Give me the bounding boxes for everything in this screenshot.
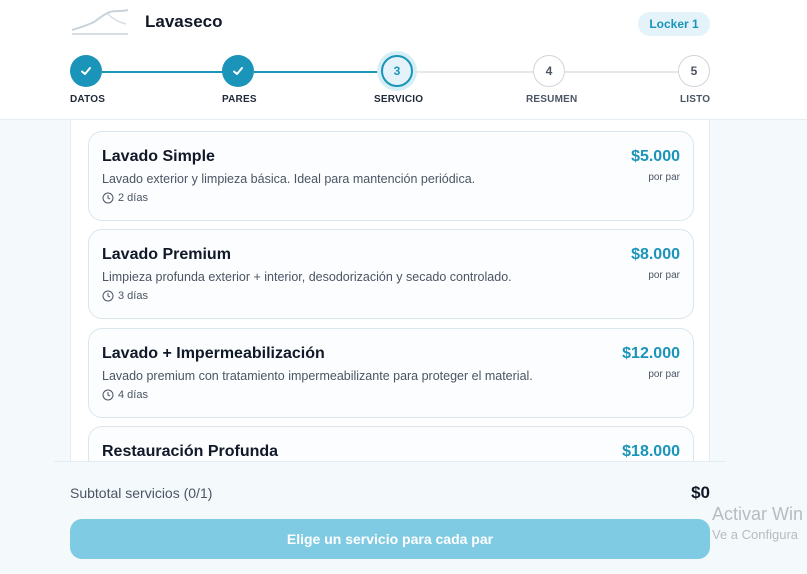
subtotal-label: Subtotal servicios (0/1) [70,485,213,501]
service-description: Lavado exterior y limpieza básica. Ideal… [102,172,476,186]
watermark-line-1: Activar Win [712,504,804,524]
service-duration-text: 4 días [118,389,148,401]
service-card-lavado-premium[interactable]: Lavado Premium Limpieza profunda exterio… [88,229,694,319]
service-price: $18.000 [622,443,680,460]
step-2-label: PARES [222,94,257,105]
check-icon [233,67,243,75]
service-name: Lavado Simple [102,148,215,165]
step-connector-4 [565,71,680,73]
service-price: $5.000 [631,148,680,165]
step-3-circle: 3 [381,55,413,87]
step-4-label: RESUMEN [526,94,578,105]
service-duration: 2 días [102,192,148,204]
step-5-circle: 5 [678,55,710,87]
clock-icon [102,290,114,302]
subtotal-value: $0 [691,483,710,502]
step-connector-1 [102,71,224,73]
service-card-lavado-simple[interactable]: Lavado Simple Lavado exterior y limpieza… [88,131,694,221]
progress-stepper: DATOS PARES 3 SERVICIO 4 RESUMEN 5 LISTO [0,0,807,120]
service-description: Limpieza profunda exterior + interior, d… [102,270,512,284]
service-price: $8.000 [631,246,680,263]
step-4-circle: 4 [533,55,565,87]
service-description: Lavado premium con tratamiento impermeab… [102,369,533,383]
service-list[interactable]: Lavado Simple Lavado exterior y limpieza… [70,120,710,465]
service-card-restauracion-profunda[interactable]: Restauración Profunda $18.000 [88,426,694,465]
service-name: Lavado Premium [102,246,231,263]
service-price: $12.000 [622,345,680,362]
step-1-circle [70,55,102,87]
service-duration: 4 días [102,389,148,401]
service-card-lavado-impermeabilizacion[interactable]: Lavado + Impermeabilización Lavado premi… [88,328,694,418]
step-1-label: DATOS [70,94,106,105]
clock-icon [102,192,114,204]
watermark-line-2: Ve a Configura [712,527,799,542]
service-price-unit: por par [648,369,680,380]
service-price-unit: por par [648,270,680,281]
checkout-footer: Subtotal servicios (0/1) $0 Elige un ser… [54,461,726,574]
service-duration-text: 3 días [118,290,148,302]
service-name: Restauración Profunda [102,443,279,460]
choose-service-button[interactable]: Elige un servicio para cada par [70,519,710,559]
step-2-circle [222,55,254,87]
service-name: Lavado + Impermeabilización [102,345,325,362]
step-connector-2 [254,71,381,73]
service-duration: 3 días [102,290,148,302]
check-icon [81,67,91,75]
step-3-label: SERVICIO [374,94,424,105]
clock-icon [102,389,114,401]
service-price-unit: por par [648,172,680,183]
app-header: Lavaseco Locker 1 DATOS PARES 3 SERVICIO… [0,0,807,120]
step-5-label: LISTO [680,94,711,105]
step-connector-3 [413,71,533,73]
windows-activation-watermark: Activar Win Ve a Configura [712,504,803,542]
service-duration-text: 2 días [118,192,148,204]
